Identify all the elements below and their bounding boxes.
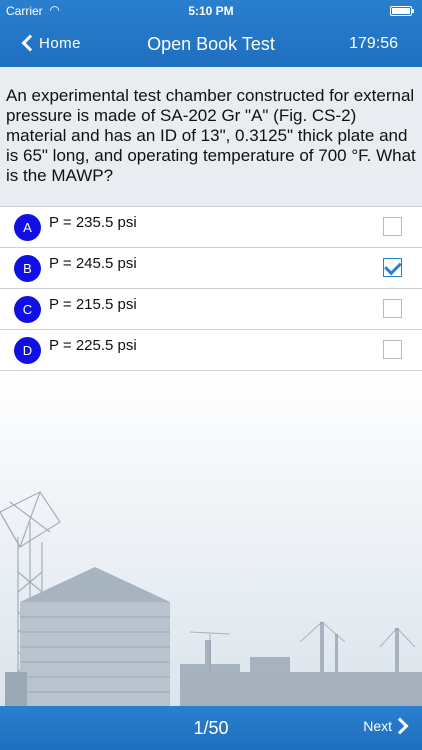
bottom-bar: 1/50 Next [0,706,422,750]
answer-option-d[interactable]: D P = 225.5 psi [0,330,422,371]
answer-letter-badge: A [14,214,41,241]
answer-letter-badge: D [14,337,41,364]
answer-list: A P = 235.5 psi B P = 245.5 psi C P = 21… [0,207,422,371]
nav-bar: Home Open Book Test 179:56 [0,22,422,67]
answer-text: P = 235.5 psi [49,214,137,231]
next-label: Next [363,718,392,734]
answer-text: P = 225.5 psi [49,337,137,354]
question-pager: 1/50 [193,718,229,738]
answer-option-c[interactable]: C P = 215.5 psi [0,289,422,330]
battery-icon [390,6,414,16]
next-button[interactable]: Next [363,717,409,735]
answer-letter-badge: B [14,255,41,282]
answer-checkbox-checked[interactable] [383,258,402,277]
chevron-right-icon [391,717,409,735]
answer-option-a[interactable]: A P = 235.5 psi [0,207,422,248]
answer-text: P = 245.5 psi [49,255,137,272]
question-text: An experimental test chamber constructed… [0,67,422,207]
status-bar: Carrier ◠ 5:10 PM [0,0,422,22]
answer-letter-badge: C [14,296,41,323]
answer-checkbox[interactable] [383,299,402,318]
port-silo-illustration [0,491,422,706]
answer-text: P = 215.5 psi [49,296,137,313]
answer-checkbox[interactable] [383,340,402,359]
industrial-background-image [0,372,422,706]
countdown-timer: 179:56 [349,35,398,52]
top-bar: Carrier ◠ 5:10 PM Home Open Book Test 17… [0,0,422,67]
answer-checkbox[interactable] [383,217,402,236]
status-time: 5:10 PM [188,4,234,18]
answer-option-b[interactable]: B P = 245.5 psi [0,248,422,289]
